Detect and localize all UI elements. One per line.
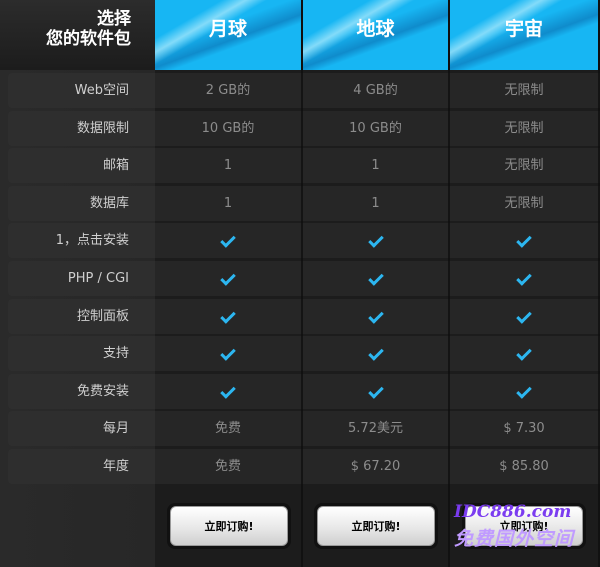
value-cell: 4 GB的: [303, 73, 450, 108]
value-cell: 10 GB的: [155, 110, 303, 146]
feature-cell: [450, 298, 600, 334]
checkmark-icon: [220, 270, 236, 286]
checkmark-icon: [516, 232, 532, 249]
checkmark-icon: [220, 307, 236, 324]
pricing-table: 选择 您的软件包 月球 地球 宇宙 Web空间 2 GB的 4 GB的 无限制 数据限制…: [0, 0, 600, 567]
feature-cell: [155, 261, 303, 296]
value-cell: $ 7.30: [450, 411, 600, 447]
order-button-wrap-universe: 立即订购!: [462, 503, 586, 549]
checkmark-icon: [367, 383, 384, 399]
row-label: 免费安装: [8, 373, 155, 409]
value-cell: 无限制: [450, 185, 600, 221]
row-label: 每月: [8, 411, 155, 447]
checkmark-icon: [367, 232, 384, 249]
table-row: 邮箱 1 1 无限制: [0, 147, 600, 184]
order-button-wrap-earth: 立即订购!: [314, 503, 438, 549]
checkmark-icon: [516, 345, 532, 361]
row-label: PHP / CGI: [8, 261, 155, 296]
feature-cell: [155, 336, 303, 372]
table-title: 选择 您的软件包: [0, 0, 155, 70]
title-line-1: 选择: [97, 9, 131, 29]
order-button-moon[interactable]: 立即订购!: [170, 506, 288, 546]
checkmark-icon: [220, 383, 236, 399]
value-cell: 1: [303, 148, 450, 184]
table-row: PHP / CGI: [0, 260, 600, 297]
checkmark-icon: [367, 270, 384, 286]
title-line-2: 您的软件包: [46, 29, 131, 49]
feature-cell: [155, 223, 303, 259]
plan-header-moon: 月球: [155, 0, 303, 70]
table-row: 数据库 1 1 无限制: [0, 185, 600, 222]
table-row: 1，点击安装: [0, 222, 600, 259]
table-row: 支持: [0, 335, 600, 372]
feature-cell: [155, 373, 303, 409]
table-row: 免费安装: [0, 373, 600, 410]
row-label: 1，点击安装: [8, 223, 155, 259]
order-button-earth[interactable]: 立即订购!: [317, 506, 435, 546]
table-row: 年度 免费 $ 67.20 $ 85.80: [0, 448, 600, 485]
checkmark-icon: [516, 270, 532, 286]
value-cell: 1: [155, 185, 303, 221]
table-row: 控制面板: [0, 298, 600, 335]
feature-cell: [450, 261, 600, 296]
row-label: 年度: [8, 449, 155, 484]
feature-cell: [303, 373, 450, 409]
row-label: 数据库: [8, 185, 155, 221]
checkmark-icon: [516, 383, 532, 399]
value-cell: 免费: [155, 449, 303, 484]
checkmark-icon: [516, 307, 532, 324]
feature-cell: [303, 261, 450, 296]
value-cell: 1: [303, 185, 450, 221]
value-cell: $ 67.20: [303, 449, 450, 484]
feature-cell: [303, 336, 450, 372]
value-cell: $ 85.80: [450, 449, 600, 484]
value-cell: 10 GB的: [303, 110, 450, 146]
table-row: 数据限制 10 GB的 10 GB的 无限制: [0, 110, 600, 147]
feature-cell: [303, 223, 450, 259]
table-row: Web空间 2 GB的 4 GB的 无限制: [0, 72, 600, 109]
table-row: 每月 免费 5.72美元 $ 7.30: [0, 410, 600, 447]
row-label: 数据限制: [8, 110, 155, 146]
value-cell: 5.72美元: [303, 411, 450, 447]
order-button-wrap-moon: 立即订购!: [167, 503, 291, 549]
value-cell: 1: [155, 148, 303, 184]
row-label: 支持: [8, 336, 155, 372]
feature-cell: [450, 336, 600, 372]
row-label: Web空间: [8, 73, 155, 108]
plan-header-earth: 地球: [303, 0, 450, 70]
checkmark-icon: [367, 345, 384, 361]
checkmark-icon: [220, 345, 236, 361]
checkmark-icon: [367, 307, 384, 324]
feature-cell: [155, 298, 303, 334]
row-label: 控制面板: [8, 298, 155, 334]
order-button-universe[interactable]: 立即订购!: [465, 506, 583, 546]
plan-header-universe: 宇宙: [450, 0, 600, 70]
value-cell: 无限制: [450, 110, 600, 146]
checkmark-icon: [220, 232, 236, 249]
value-cell: 2 GB的: [155, 73, 303, 108]
row-label: 邮箱: [8, 148, 155, 184]
feature-cell: [303, 298, 450, 334]
feature-cell: [450, 223, 600, 259]
value-cell: 无限制: [450, 73, 600, 108]
value-cell: 免费: [155, 411, 303, 447]
value-cell: 无限制: [450, 148, 600, 184]
feature-cell: [450, 373, 600, 409]
